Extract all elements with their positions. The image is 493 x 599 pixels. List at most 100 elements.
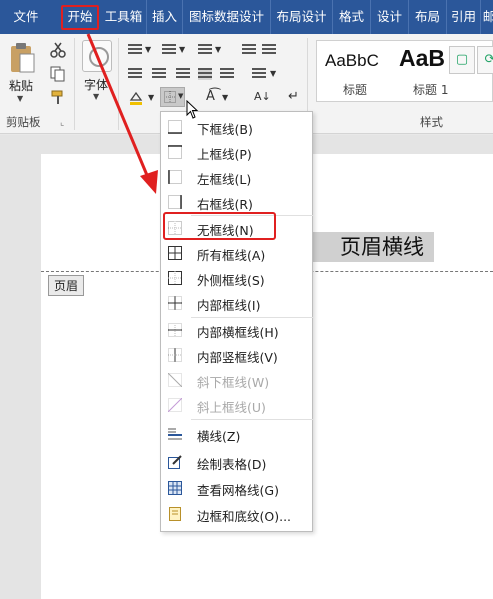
- menu-item-inside-borders[interactable]: 内部框线(I): [162, 291, 313, 316]
- tab-file[interactable]: 文件: [0, 0, 52, 34]
- inside-horizontal-border-icon: [168, 323, 182, 337]
- menu-item-draw-table[interactable]: 绘制表格(D): [162, 450, 313, 475]
- bottom-border-icon: [168, 120, 182, 134]
- diagonal-up-border-icon: [168, 398, 182, 412]
- shading-caret-icon[interactable]: ▼: [148, 91, 154, 105]
- increase-indent-icon[interactable]: [262, 44, 276, 56]
- draw-table-icon: [168, 455, 182, 469]
- paste-button[interactable]: 粘贴: [9, 77, 33, 94]
- menu-item-label: 内部框线(I): [197, 298, 261, 313]
- menu-item-label: 所有框线(A): [197, 248, 266, 263]
- multilevel-caret-icon[interactable]: ▼: [215, 43, 221, 57]
- menu-separator: [191, 419, 313, 420]
- borders-button[interactable]: ▼: [160, 87, 185, 107]
- menu-item-label: 绘制表格(D): [197, 457, 267, 472]
- tab-mailings[interactable]: 邮: [481, 0, 493, 34]
- diagonal-down-border-icon: [168, 373, 182, 387]
- font-button[interactable]: [82, 40, 112, 72]
- style-normal-name: 标题: [343, 83, 368, 97]
- menu-item-label: 外侧框线(S): [197, 273, 265, 288]
- align-center-icon[interactable]: [152, 68, 166, 80]
- cut-icon[interactable]: [50, 42, 66, 58]
- align-right-icon[interactable]: [176, 68, 190, 80]
- header-tag: 页眉: [48, 275, 85, 296]
- tab-insert[interactable]: 插入: [147, 0, 183, 34]
- no-border-highlight: [163, 212, 276, 240]
- menu-item-top-border[interactable]: 上框线(P): [162, 140, 313, 165]
- justify-icon[interactable]: [198, 68, 212, 80]
- find-icon[interactable]: ▢: [449, 46, 475, 74]
- clipboard-launcher-icon[interactable]: ⌞: [60, 118, 64, 128]
- menu-item-all-borders[interactable]: 所有框线(A): [162, 241, 313, 266]
- paste-caret-icon[interactable]: ▼: [17, 94, 23, 103]
- numbering-icon[interactable]: [162, 44, 176, 56]
- bullets-icon[interactable]: [128, 44, 142, 56]
- line-spacing-icon[interactable]: [252, 68, 266, 80]
- menu-item-inside-horizontal-border[interactable]: 内部横框线(H): [162, 318, 313, 343]
- inside-borders-icon: [168, 296, 182, 310]
- tab-references[interactable]: 引用: [447, 0, 481, 34]
- group-divider: [118, 38, 119, 130]
- menu-item-view-gridlines[interactable]: 查看网格线(G): [162, 476, 313, 501]
- line-spacing-caret-icon[interactable]: ▼: [270, 67, 276, 81]
- format-painter-icon[interactable]: [50, 89, 66, 105]
- view-gridlines-icon: [168, 481, 182, 495]
- menu-item-label: 边框和底纹(O)...: [197, 509, 292, 524]
- menu-item-horizontal-line[interactable]: 横线(Z): [162, 422, 313, 447]
- font-label: 字体: [84, 78, 109, 92]
- font-caret-icon[interactable]: ▼: [93, 92, 99, 101]
- numbering-caret-icon[interactable]: ▼: [179, 43, 185, 57]
- tab-layout-design[interactable]: 布局设计: [271, 0, 333, 34]
- tab-toolbox[interactable]: 工具箱: [101, 0, 147, 34]
- clipboard-group-label: 剪贴板: [6, 115, 41, 129]
- tab-chart-design[interactable]: 图标数据设计: [183, 0, 271, 34]
- top-border-icon: [168, 145, 182, 159]
- multilevel-list-icon[interactable]: [198, 44, 212, 56]
- menu-item-diagonal-up-border: 斜上框线(U): [162, 393, 313, 418]
- menu-item-label: 内部横框线(H): [197, 325, 279, 340]
- shading-icon[interactable]: [128, 90, 144, 106]
- menu-item-label: 内部竖框线(V): [197, 350, 278, 365]
- show-marks-icon[interactable]: ↵: [288, 90, 299, 104]
- header-text[interactable]: 页眉横线: [312, 232, 434, 262]
- mouse-cursor-icon: [186, 100, 199, 119]
- asian-layout-icon[interactable]: A͡: [206, 90, 215, 104]
- horizontal-line-icon: [168, 428, 182, 440]
- bullets-caret-icon[interactable]: ▼: [145, 43, 151, 57]
- style-heading-preview[interactable]: AaB: [399, 45, 445, 72]
- style-normal-preview[interactable]: AaBbC: [325, 51, 379, 71]
- tab-layout[interactable]: 布局: [409, 0, 447, 34]
- menu-item-label: 斜上框线(U): [197, 400, 266, 415]
- distributed-icon[interactable]: [220, 68, 234, 80]
- tab-design[interactable]: 设计: [371, 0, 409, 34]
- sort-icon[interactable]: A↓: [254, 90, 271, 104]
- menu-item-label: 查看网格线(G): [197, 483, 279, 498]
- paste-icon[interactable]: [8, 42, 36, 76]
- menu-item-label: 下框线(B): [197, 122, 253, 137]
- borders-dropdown-menu: 下框线(B) 上框线(P) 左框线(L) 右框线(R) 无框线(N) 所有框线(…: [160, 111, 313, 532]
- styles-group-label: 样式: [420, 115, 443, 129]
- menu-item-label: 横线(Z): [197, 429, 241, 444]
- style-heading1-name: 标题 1: [413, 83, 449, 97]
- asian-layout-caret-icon[interactable]: ▼: [222, 91, 228, 105]
- copy-icon[interactable]: [50, 66, 66, 82]
- menu-item-outside-borders[interactable]: 外侧框线(S): [162, 266, 313, 291]
- menu-item-label: 上框线(P): [197, 147, 252, 162]
- outside-borders-icon: [168, 271, 182, 285]
- menu-item-left-border[interactable]: 左框线(L): [162, 165, 313, 190]
- menu-item-borders-shading[interactable]: 边框和底纹(O)...: [162, 502, 313, 527]
- menu-item-diagonal-down-border: 斜下框线(W): [162, 368, 313, 393]
- menu-item-label: 右框线(R): [197, 197, 253, 212]
- replace-icon[interactable]: ⟳: [477, 46, 493, 74]
- menu-item-inside-vertical-border[interactable]: 内部竖框线(V): [162, 343, 313, 368]
- menu-item-bottom-border[interactable]: 下框线(B): [162, 115, 313, 140]
- right-border-icon: [168, 195, 182, 209]
- menu-item-label: 斜下框线(W): [197, 375, 270, 390]
- tab-format[interactable]: 格式: [333, 0, 371, 34]
- home-tab-highlight: [61, 5, 99, 30]
- align-left-icon[interactable]: [128, 68, 142, 80]
- decrease-indent-icon[interactable]: [242, 44, 256, 56]
- borders-shading-icon: [169, 507, 181, 521]
- borders-icon: [164, 91, 176, 103]
- borders-caret-icon: ▼: [178, 92, 184, 100]
